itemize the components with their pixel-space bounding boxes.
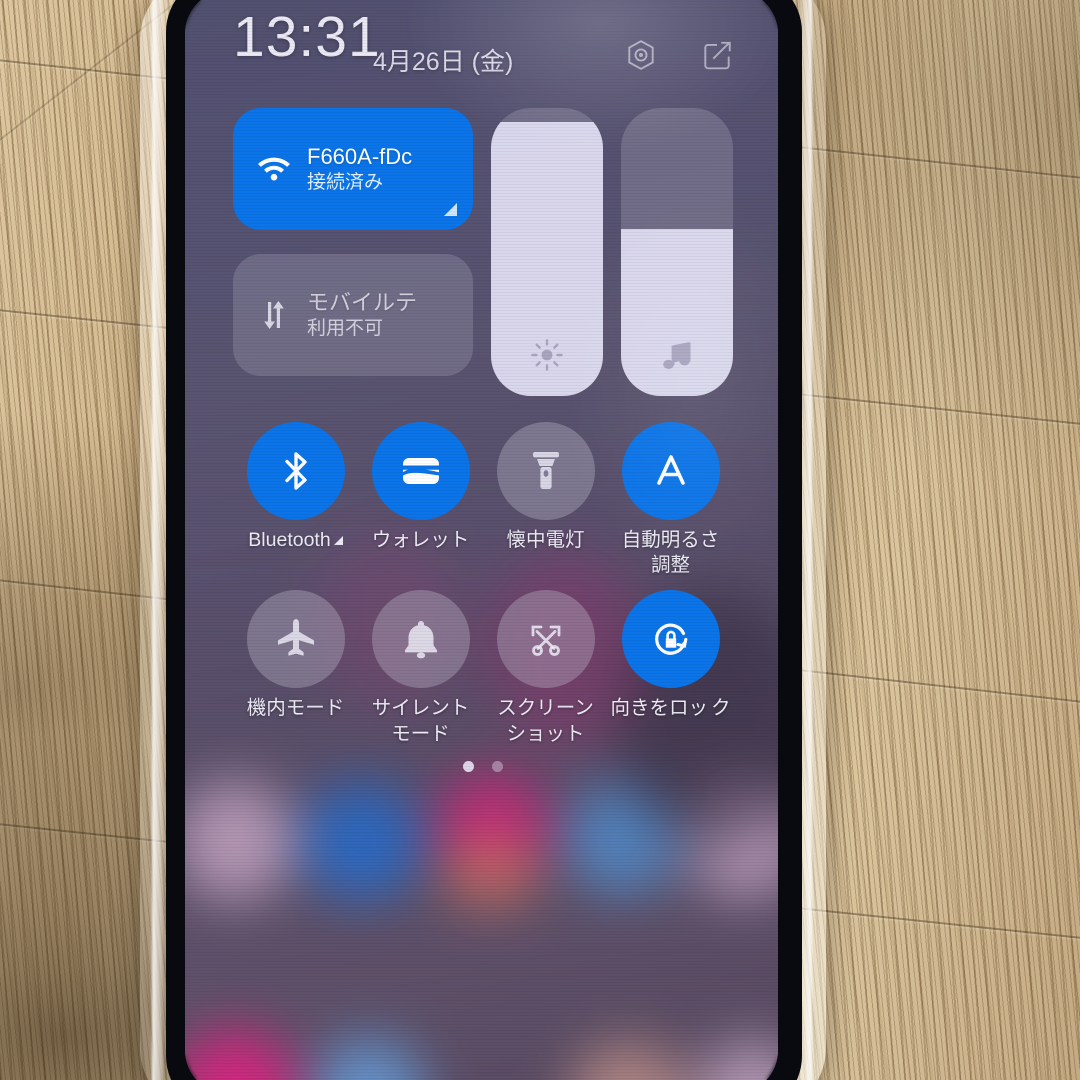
screenshot-button[interactable] bbox=[496, 590, 595, 689]
toggle-label: サイレント モード bbox=[358, 697, 483, 744]
toggle-label: ウォレット bbox=[372, 529, 470, 551]
cellular-data-title: モバイルテ bbox=[307, 290, 418, 315]
toggle-label: Bluetooth bbox=[248, 529, 343, 551]
airplane-button[interactable] bbox=[246, 590, 345, 689]
toggle-label-text: 向きをロッ bbox=[610, 697, 708, 720]
slider-group bbox=[491, 108, 733, 396]
top-modules-row: F660A-fDc 接続済み モバイルテ 利用不可 bbox=[233, 108, 733, 396]
status-header: 13:31 4月26日 (金) bbox=[185, 0, 778, 100]
auto-brightness-button[interactable] bbox=[621, 422, 720, 520]
toggle-label-text: ウォレット bbox=[371, 529, 470, 551]
toggle-label-text: 自動明るさ bbox=[621, 529, 720, 551]
page-indicator bbox=[233, 760, 733, 772]
clock: 13:31 bbox=[233, 5, 381, 69]
wifi-icon bbox=[247, 153, 301, 185]
rotation-lock-button[interactable] bbox=[621, 590, 720, 689]
cellular-data-tile[interactable]: モバイルテ 利用不可 bbox=[233, 254, 473, 376]
wallet-button[interactable] bbox=[371, 422, 470, 520]
toggle-label-text: スクリーン bbox=[497, 697, 594, 720]
toggle-label-text-2: ク bbox=[711, 697, 731, 720]
music-note-icon bbox=[621, 338, 733, 374]
toggle-label-text: 懐中電灯 bbox=[506, 529, 585, 551]
toggle-row: 機内モード サイレント モード スクリーン ショット 向きをロッ ク bbox=[233, 590, 733, 745]
toggle-flashlight[interactable]: 懐中電灯 bbox=[483, 422, 608, 576]
brightness-slider[interactable] bbox=[491, 108, 603, 396]
bluetooth-button[interactable] bbox=[246, 422, 345, 520]
toggle-silent-mode[interactable]: サイレント モード bbox=[358, 590, 483, 745]
toggle-auto-brightness[interactable]: 自動明るさ 調整 bbox=[608, 422, 733, 576]
toggle-row: Bluetooth ウォレット 懐中電灯 自動明るさ 調整 bbox=[233, 422, 733, 576]
date-label: 4月26日 (金) bbox=[373, 48, 514, 76]
header-icon-group bbox=[624, 38, 734, 72]
toggle-label-text-2: ショット bbox=[506, 722, 585, 745]
connectivity-module: F660A-fDc 接続済み モバイルテ 利用不可 bbox=[233, 108, 473, 396]
toggle-screenshot[interactable]: スクリーン ショット bbox=[483, 590, 608, 745]
control-center: F660A-fDc 接続済み モバイルテ 利用不可 Bluetooth ウォレッ… bbox=[233, 108, 733, 772]
toggle-label-text-2: 調整 bbox=[650, 554, 690, 577]
phone-screen: 13:31 4月26日 (金) F660A-fDc 接続済み モバイルテ 利用不… bbox=[185, 0, 778, 1080]
wifi-tile[interactable]: F660A-fDc 接続済み bbox=[233, 108, 473, 230]
cellular-data-icon bbox=[247, 298, 301, 332]
toggle-label-text-2: モード bbox=[391, 722, 450, 745]
toggle-label: スクリーン ショット bbox=[483, 697, 608, 744]
cellular-data-text: モバイルテ 利用不可 bbox=[307, 290, 417, 340]
volume-slider[interactable] bbox=[621, 108, 733, 396]
toggle-wallet[interactable]: ウォレット bbox=[358, 422, 483, 576]
camera-icon[interactable] bbox=[624, 38, 658, 72]
wifi-status: 接続済み bbox=[307, 171, 384, 193]
toggle-label: 向きをロッ ク bbox=[610, 697, 730, 719]
page-dot[interactable] bbox=[492, 760, 503, 772]
toggle-label: 機内モード bbox=[247, 697, 345, 719]
silent-mode-button[interactable] bbox=[371, 590, 470, 689]
wifi-ssid: F660A-fDc bbox=[307, 144, 413, 169]
expand-indicator-icon[interactable] bbox=[333, 535, 343, 545]
wifi-text: F660A-fDc 接続済み bbox=[307, 144, 412, 194]
screen-record-edit-icon[interactable] bbox=[700, 38, 734, 72]
toggle-label-text: Bluetooth bbox=[248, 529, 331, 551]
toggle-label: 自動明るさ 調整 bbox=[608, 529, 733, 576]
toggle-label: 懐中電灯 bbox=[506, 529, 584, 551]
toggle-label-text: 機内モード bbox=[246, 697, 345, 720]
toggle-airplane-mode[interactable]: 機内モード bbox=[233, 590, 358, 744]
screenshot-root: 13:31 4月26日 (金) F660A-fDc 接続済み モバイルテ 利用不… bbox=[0, 0, 1080, 1080]
toggle-grid: Bluetooth ウォレット 懐中電灯 自動明るさ 調整 機内モード サイレン… bbox=[233, 422, 733, 772]
page-dot[interactable] bbox=[463, 760, 474, 772]
toggle-rotation-lock[interactable]: 向きをロッ ク bbox=[608, 590, 733, 744]
sun-icon bbox=[491, 336, 603, 374]
flashlight-button[interactable] bbox=[496, 422, 595, 520]
toggle-bluetooth[interactable]: Bluetooth bbox=[233, 422, 358, 576]
expand-indicator-icon[interactable] bbox=[444, 203, 457, 216]
cellular-data-status: 利用不可 bbox=[307, 317, 384, 339]
toggle-label-text: サイレント bbox=[371, 697, 470, 720]
case-edge-highlight-left bbox=[152, 0, 163, 1080]
